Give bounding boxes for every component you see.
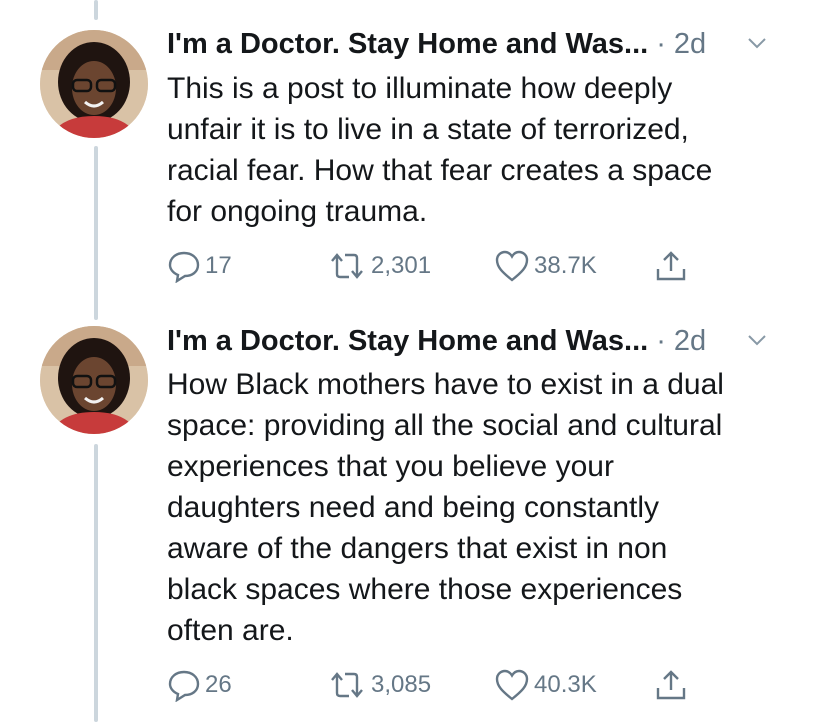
like-button[interactable]: 40.3K	[494, 668, 597, 702]
retweet-count: 3,085	[371, 671, 432, 698]
retweet-button[interactable]: 3,085	[327, 668, 431, 702]
author-name[interactable]: I'm a Doctor. Stay Home and Was...	[167, 325, 648, 358]
avatar[interactable]	[40, 326, 148, 434]
like-count: 38.7K	[534, 252, 597, 279]
share-icon	[656, 670, 686, 700]
timestamp[interactable]: · 2d	[656, 325, 706, 358]
tweet-actions: 17 2,301 38.7K	[167, 249, 767, 283]
tweet-text: How Black mothers have to exist in a dua…	[167, 368, 724, 647]
like-icon	[495, 250, 529, 282]
retweet-button[interactable]: 2,301	[327, 249, 431, 283]
reply-icon	[168, 251, 200, 283]
tweet[interactable]: I'm a Doctor. Stay Home and Was... · 2d …	[0, 300, 828, 722]
avatar[interactable]	[40, 30, 148, 138]
like-icon	[495, 669, 529, 701]
tweet-header: I'm a Doctor. Stay Home and Was... · 2d	[167, 26, 788, 62]
reply-count: 26	[205, 671, 232, 698]
retweet-icon	[331, 253, 363, 279]
reply-icon	[168, 670, 200, 702]
retweet-icon	[331, 672, 363, 698]
reply-count: 17	[205, 252, 232, 279]
author-name[interactable]: I'm a Doctor. Stay Home and Was...	[167, 28, 648, 61]
tweet-header: I'm a Doctor. Stay Home and Was... · 2d	[167, 323, 788, 359]
timestamp[interactable]: · 2d	[656, 28, 706, 61]
tweet[interactable]: I'm a Doctor. Stay Home and Was... · 2d …	[0, 0, 828, 300]
like-button[interactable]: 38.7K	[494, 249, 597, 283]
chevron-down-icon[interactable]	[746, 329, 768, 351]
chevron-down-icon[interactable]	[746, 32, 768, 54]
share-button[interactable]	[654, 249, 688, 283]
tweet-actions: 26 3,085 40.3K	[167, 668, 767, 702]
tweet-text: This is a post to illuminate how deeply …	[167, 72, 713, 228]
like-count: 40.3K	[534, 671, 597, 698]
reply-button[interactable]: 17	[167, 249, 232, 283]
share-icon	[656, 251, 686, 281]
share-button[interactable]	[654, 668, 688, 702]
retweet-count: 2,301	[371, 252, 432, 279]
reply-button[interactable]: 26	[167, 668, 232, 702]
